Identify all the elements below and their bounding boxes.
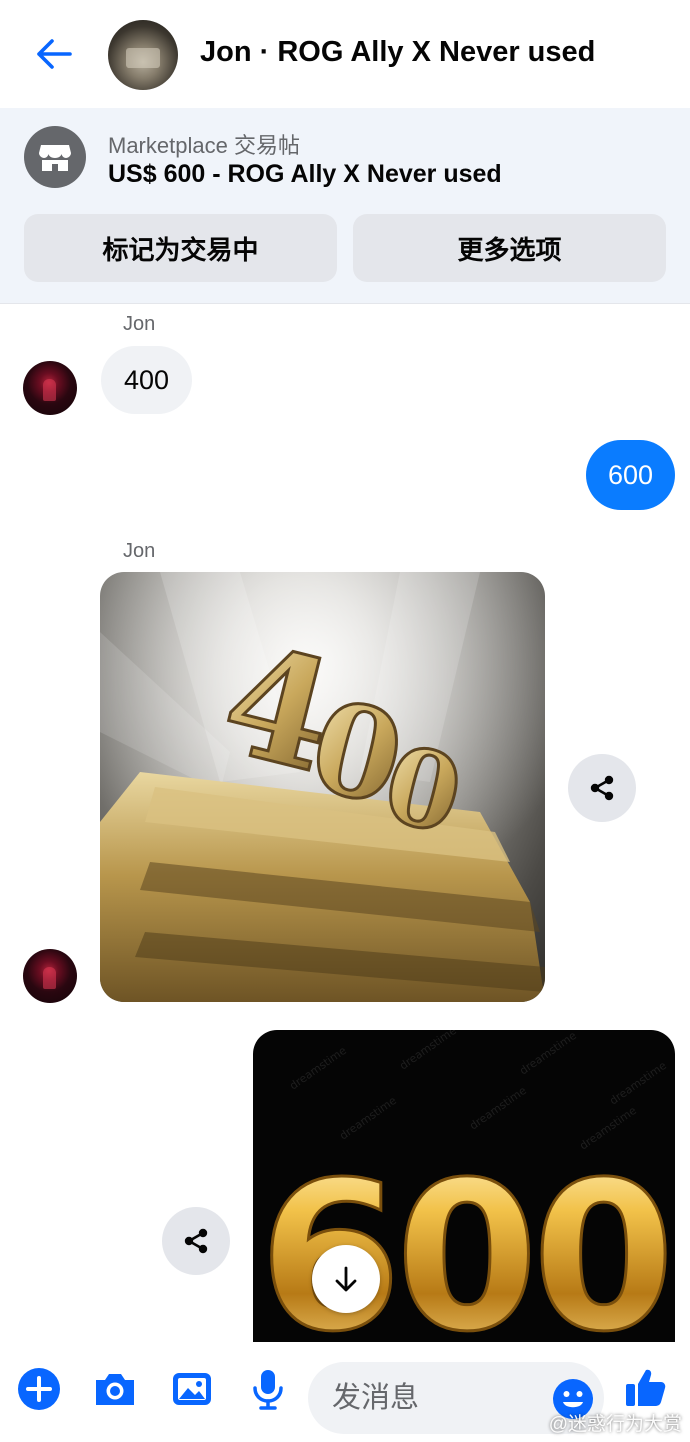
share-icon [590, 775, 614, 801]
plus-circle-icon [18, 1368, 60, 1410]
incoming-image-400[interactable]: 4 0 0 [100, 572, 545, 1002]
sender-avatar[interactable] [23, 361, 77, 415]
scroll-to-bottom-button[interactable] [312, 1245, 380, 1313]
back-button[interactable] [30, 32, 78, 76]
like-button[interactable] [622, 1364, 668, 1410]
marketplace-label: Marketplace 交易帖 [108, 133, 300, 158]
svg-text:600: 600 [259, 1139, 669, 1342]
gallery-button[interactable] [169, 1366, 215, 1412]
svg-text:dreamstime: dreamstime [287, 1044, 349, 1093]
storefront-icon [24, 126, 86, 188]
share-button[interactable] [162, 1207, 230, 1275]
voice-button[interactable] [245, 1366, 291, 1412]
conversation-header: Jon · ROG Ally X Never used [0, 0, 690, 108]
svg-text:dreamstime: dreamstime [397, 1030, 459, 1072]
thumbs-up-icon [626, 1369, 666, 1406]
message-composer: @迷惑行为大赏 [0, 1342, 690, 1442]
arrow-left-icon [37, 39, 72, 69]
more-options-button[interactable]: 更多选项 [353, 214, 666, 282]
share-icon [184, 1228, 208, 1254]
share-button[interactable] [568, 754, 636, 822]
marketplace-listing-panel: Marketplace 交易帖 US$ 600 - ROG Ally X Nev… [0, 108, 690, 304]
conversation-title[interactable]: Jon · ROG Ally X Never used [200, 36, 595, 69]
svg-text:dreamstime: dreamstime [517, 1030, 579, 1077]
svg-text:dreamstime: dreamstime [607, 1059, 669, 1108]
camera-icon [96, 1374, 134, 1405]
plus-button[interactable] [16, 1366, 62, 1412]
listing-title[interactable]: US$ 600 - ROG Ally X Never used [108, 160, 502, 189]
svg-text:dreamstime: dreamstime [337, 1094, 399, 1143]
message-input[interactable] [332, 1362, 532, 1434]
mark-pending-button[interactable]: 标记为交易中 [24, 214, 337, 282]
outgoing-message-bubble[interactable]: 600 [585, 440, 675, 510]
contact-avatar[interactable] [108, 20, 178, 90]
arrow-down-icon [335, 1266, 357, 1292]
incoming-message-bubble[interactable]: 400 [101, 346, 193, 414]
image-icon [173, 1373, 211, 1405]
sender-name: Jon [123, 540, 156, 562]
sender-name: Jon [123, 313, 156, 335]
microphone-icon [253, 1370, 283, 1410]
watermark: @迷惑行为大赏 [548, 1414, 682, 1435]
camera-button[interactable] [92, 1366, 138, 1412]
gold-400-monument-image: 4 0 0 [100, 572, 545, 1002]
svg-text:dreamstime: dreamstime [467, 1084, 529, 1133]
sender-avatar[interactable] [23, 949, 77, 1003]
